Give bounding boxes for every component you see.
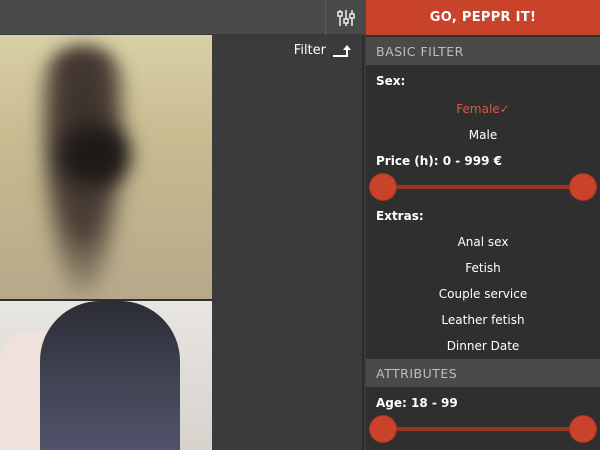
- basic-filter-heading: BASIC FILTER: [366, 37, 600, 65]
- filter-label: Filter: [293, 43, 326, 58]
- age-label: Age: 18 - 99: [376, 396, 458, 410]
- price-label: Price (h): 0 - 999 €: [376, 154, 503, 168]
- filter-toggle-button[interactable]: [325, 0, 365, 35]
- sex-option-male[interactable]: Male: [366, 128, 600, 142]
- price-slider[interactable]: [370, 174, 596, 200]
- profile-photo[interactable]: [0, 301, 212, 450]
- sliders-icon: [336, 9, 355, 26]
- extra-option-couple-service[interactable]: Couple service: [366, 287, 600, 301]
- age-slider-max-handle[interactable]: [570, 416, 596, 442]
- price-slider-min-handle[interactable]: [370, 174, 396, 200]
- photo-gallery: [0, 35, 212, 450]
- filter-panel: BASIC FILTER Sex: Female✓ Male Price (h)…: [366, 35, 600, 450]
- filter-close-link[interactable]: Filter: [294, 43, 352, 58]
- filter-column: Filter: [212, 35, 364, 450]
- extras-label: Extras:: [376, 209, 424, 223]
- top-bar: [0, 0, 366, 35]
- extra-option-leather-fetish[interactable]: Leather fetish: [366, 313, 600, 327]
- sex-option-female[interactable]: Female✓: [366, 102, 600, 116]
- extra-option-fetish[interactable]: Fetish: [366, 261, 600, 275]
- sex-label: Sex:: [376, 74, 406, 88]
- attributes-heading: ATTRIBUTES: [366, 359, 600, 387]
- app-root: GO, PEPPR IT! Filter BASIC FILTER Sex: F…: [0, 0, 600, 450]
- go-button-label: GO, PEPPR IT!: [429, 10, 537, 25]
- age-slider-track: [382, 427, 584, 431]
- go-button[interactable]: GO, PEPPR IT!: [366, 0, 600, 35]
- return-arrow-icon: [333, 44, 351, 57]
- profile-photo[interactable]: [0, 35, 212, 299]
- price-slider-track: [382, 185, 584, 189]
- extra-option-dinner-date[interactable]: Dinner Date: [366, 339, 600, 353]
- age-slider-min-handle[interactable]: [370, 416, 396, 442]
- price-slider-max-handle[interactable]: [570, 174, 596, 200]
- age-slider[interactable]: [370, 416, 596, 442]
- extra-option-anal-sex[interactable]: Anal sex: [366, 235, 600, 249]
- checkmark-icon: ✓: [499, 102, 510, 116]
